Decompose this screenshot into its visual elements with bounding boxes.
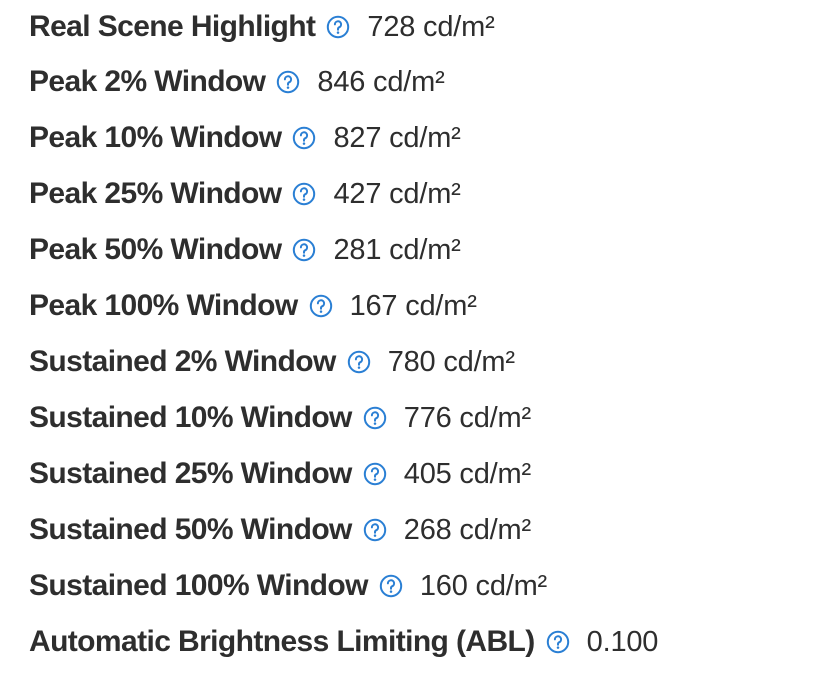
- spec-label: Peak 25% Window: [29, 177, 282, 210]
- question-circle-icon[interactable]: [347, 350, 371, 374]
- question-circle-icon[interactable]: [363, 406, 387, 430]
- spec-row-sustained-50-window: Sustained 50% Window 268 cd/m²: [29, 502, 809, 558]
- spec-value: 427 cd/m²: [333, 177, 461, 210]
- question-circle-icon[interactable]: [363, 518, 387, 542]
- spec-row-peak-2-window: Peak 2% Window 846 cd/m²: [29, 54, 809, 110]
- spec-label: Peak 2% Window: [29, 65, 266, 98]
- spec-label: Sustained 10% Window: [29, 401, 352, 434]
- spec-row-automatic-brightness-limiting: Automatic Brightness Limiting (ABL) 0.10…: [29, 614, 809, 670]
- spec-value: 160 cd/m²: [419, 569, 548, 602]
- spec-label: Sustained 25% Window: [29, 457, 352, 490]
- spec-row-sustained-100-window: Sustained 100% Window 160 cd/m²: [29, 558, 809, 614]
- spec-label: Peak 100% Window: [29, 289, 298, 322]
- spec-value: 780 cd/m²: [387, 345, 515, 378]
- spec-label: Peak 50% Window: [29, 233, 282, 266]
- spec-label: Sustained 100% Window: [29, 569, 368, 602]
- spec-row-peak-100-window: Peak 100% Window 167 cd/m²: [29, 278, 809, 334]
- spec-value: 0.100: [586, 625, 659, 658]
- spec-value: 167 cd/m²: [349, 289, 477, 322]
- spec-row-sustained-10-window: Sustained 10% Window 776 cd/m²: [29, 390, 809, 446]
- question-circle-icon[interactable]: [363, 462, 387, 486]
- question-circle-icon[interactable]: [309, 294, 333, 318]
- spec-label: Automatic Brightness Limiting (ABL): [29, 625, 535, 658]
- spec-label: Sustained 50% Window: [29, 513, 352, 546]
- spec-value: 827 cd/m²: [333, 121, 461, 154]
- spec-row-peak-10-window: Peak 10% Window 827 cd/m²: [29, 110, 809, 166]
- spec-value: 846 cd/m²: [317, 65, 445, 98]
- brightness-spec-list: Real Scene Highlight 728 cd/m² Peak 2% W…: [29, 0, 809, 670]
- spec-value: 776 cd/m²: [403, 401, 531, 434]
- question-circle-icon[interactable]: [379, 574, 403, 598]
- spec-value: 268 cd/m²: [403, 513, 531, 546]
- question-circle-icon[interactable]: [276, 70, 300, 94]
- question-circle-icon[interactable]: [292, 182, 316, 206]
- spec-label: Sustained 2% Window: [29, 345, 336, 378]
- spec-label: Peak 10% Window: [29, 121, 282, 154]
- spec-label: Real Scene Highlight: [29, 10, 316, 43]
- question-circle-icon[interactable]: [326, 15, 350, 39]
- question-circle-icon[interactable]: [292, 238, 316, 262]
- question-circle-icon[interactable]: [546, 630, 570, 654]
- spec-value: 281 cd/m²: [333, 233, 461, 266]
- spec-row-sustained-25-window: Sustained 25% Window 405 cd/m²: [29, 446, 809, 502]
- spec-row-peak-50-window: Peak 50% Window 281 cd/m²: [29, 222, 809, 278]
- spec-row-real-scene-highlight: Real Scene Highlight 728 cd/m²: [29, 0, 809, 54]
- spec-value: 728 cd/m²: [367, 10, 495, 43]
- spec-row-peak-25-window: Peak 25% Window 427 cd/m²: [29, 166, 809, 222]
- spec-value: 405 cd/m²: [403, 457, 531, 490]
- question-circle-icon[interactable]: [292, 126, 316, 150]
- spec-row-sustained-2-window: Sustained 2% Window 780 cd/m²: [29, 334, 809, 390]
